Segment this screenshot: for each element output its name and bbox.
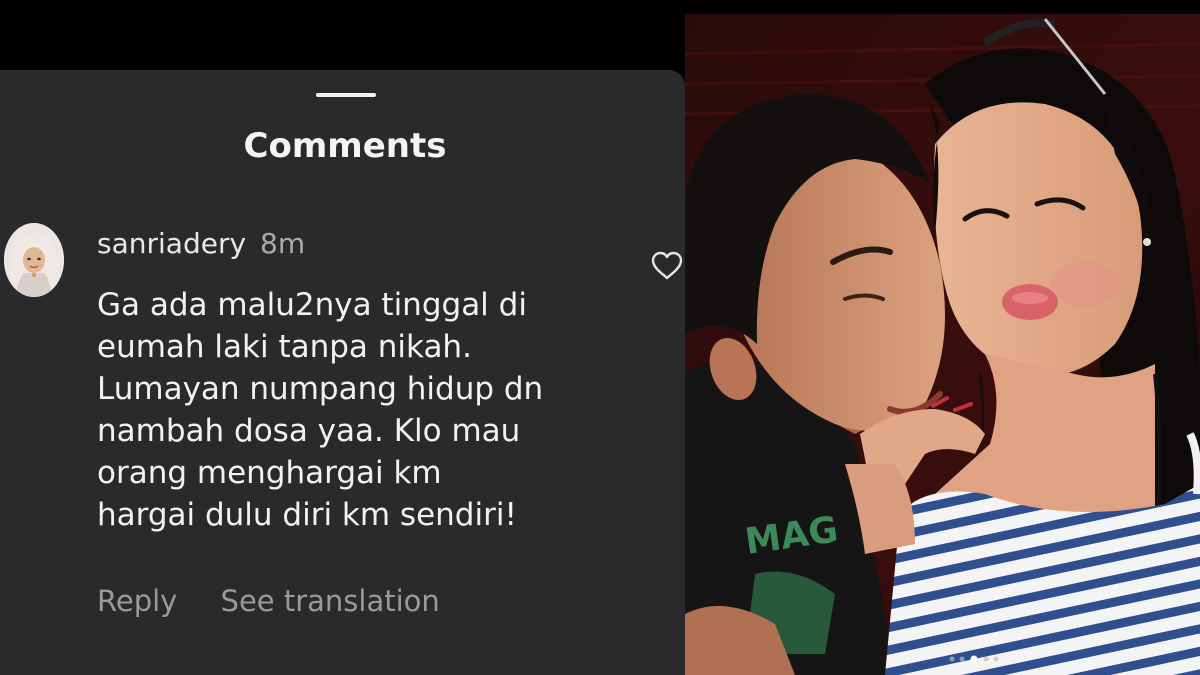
username[interactable]: sanriadery [97,227,246,260]
see-translation-button[interactable]: See translation [221,584,440,618]
avatar[interactable] [4,223,64,297]
comment-actions: Reply See translation [97,584,474,618]
drag-handle[interactable] [316,93,376,97]
comment-text: Ga ada malu2nya tinggal di eumah laki ta… [97,287,544,533]
comment-header: sanriadery 8m [97,227,305,260]
comments-sheet: Comments sanriadery 8m Ga ada malu2nya t… [0,70,685,675]
reply-button[interactable]: Reply [97,584,177,618]
screenshot-canvas: Comments sanriadery 8m Ga ada malu2nya t… [0,0,1200,675]
avatar-image [4,223,64,297]
comment-time: 8m [260,227,306,260]
post-photo[interactable]: MAG [685,14,1200,675]
heart-icon[interactable] [650,250,684,282]
sheet-title: Comments [243,126,447,166]
photo-illustration: MAG [685,14,1200,675]
